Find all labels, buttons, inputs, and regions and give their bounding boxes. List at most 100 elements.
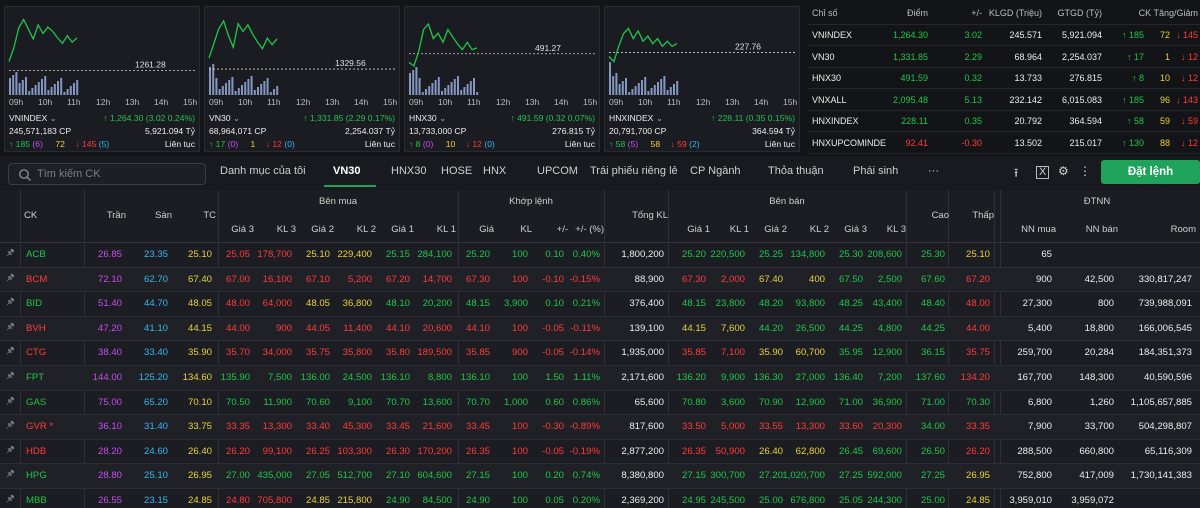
column-header[interactable]: Tổng KL: [632, 210, 668, 221]
column-header[interactable]: Room: [1171, 224, 1196, 235]
data-cell[interactable]: 134,800: [790, 249, 825, 260]
data-cell[interactable]: 2,500: [878, 274, 902, 285]
data-cell[interactable]: 62,800: [796, 446, 825, 457]
symbol-cell[interactable]: MBB: [26, 495, 47, 506]
data-cell[interactable]: 35.70: [226, 347, 250, 358]
data-cell[interactable]: 36,900: [873, 397, 902, 408]
data-cell[interactable]: 13,600: [423, 397, 452, 408]
data-cell[interactable]: 20,200: [423, 298, 452, 309]
chevron-down-icon[interactable]: ⌄: [233, 113, 240, 123]
symbol-cell[interactable]: GVR *: [26, 421, 53, 432]
data-cell[interactable]: 35.85: [682, 347, 706, 358]
data-cell[interactable]: 44.25: [839, 323, 863, 334]
column-header[interactable]: KL: [520, 224, 532, 235]
data-cell[interactable]: 67.30: [682, 274, 706, 285]
data-cell[interactable]: 48.10: [386, 298, 410, 309]
data-cell[interactable]: 592,000: [867, 470, 902, 481]
search-input[interactable]: Tìm kiếm CK: [8, 163, 206, 185]
data-cell[interactable]: 215,800: [337, 495, 372, 506]
data-cell[interactable]: 70.80: [682, 397, 706, 408]
tab-7[interactable]: CP Ngành: [690, 165, 741, 177]
data-cell[interactable]: 25.15: [386, 249, 410, 260]
data-cell[interactable]: 33.35: [226, 421, 250, 432]
data-cell[interactable]: 676,800: [790, 495, 825, 506]
data-cell[interactable]: 50,900: [716, 446, 745, 457]
table-row[interactable]: 📌 HPG 28.80 25.10 26.95 27.00 435,000 27.05 512,…: [0, 464, 1200, 489]
symbol-cell[interactable]: ACB: [26, 249, 46, 260]
data-cell[interactable]: 7,100: [721, 347, 745, 358]
data-cell[interactable]: 44.20: [759, 323, 783, 334]
data-cell[interactable]: 26.45: [839, 446, 863, 457]
table-row[interactable]: 📌 BID 51.40 44.70 48.05 48.00 64,000 48.05 36,80…: [0, 292, 1200, 317]
data-cell[interactable]: 35.90: [759, 347, 783, 358]
data-cell[interactable]: 20,300: [873, 421, 902, 432]
data-cell[interactable]: 35.75: [306, 347, 330, 358]
data-cell[interactable]: 70.90: [759, 397, 783, 408]
data-cell[interactable]: 103,300: [337, 446, 372, 457]
data-cell[interactable]: 21,600: [423, 421, 452, 432]
data-cell[interactable]: 44.00: [226, 323, 250, 334]
column-header[interactable]: +/- (%): [575, 224, 604, 235]
data-cell[interactable]: 208,600: [867, 249, 902, 260]
data-cell[interactable]: 25.25: [759, 249, 783, 260]
data-cell[interactable]: 70.70: [386, 397, 410, 408]
more-vertical-icon[interactable]: ⋮: [1079, 164, 1091, 178]
tab-1[interactable]: VN30: [333, 165, 361, 177]
table-row[interactable]: 📌 HDB 28.20 24.60 26.40 26.20 99,100 26.25 103,3…: [0, 440, 1200, 465]
data-cell[interactable]: 11,400: [343, 323, 372, 334]
data-cell[interactable]: 67.20: [386, 274, 410, 285]
column-header[interactable]: NN mua: [1021, 224, 1056, 235]
data-cell[interactable]: 33.45: [386, 421, 410, 432]
data-cell[interactable]: 25.05: [839, 495, 863, 506]
data-cell[interactable]: 27.10: [386, 470, 410, 481]
data-cell[interactable]: 44.10: [386, 323, 410, 334]
data-cell[interactable]: 35,800: [343, 347, 372, 358]
tab-0[interactable]: Danh mục của tôi: [220, 165, 306, 177]
data-cell[interactable]: 400: [809, 274, 825, 285]
data-cell[interactable]: 93,800: [796, 298, 825, 309]
data-cell[interactable]: 24.85: [306, 495, 330, 506]
data-cell[interactable]: 26.30: [386, 446, 410, 457]
upload-icon[interactable]: ⭱: [1014, 164, 1018, 185]
data-cell[interactable]: 26.25: [306, 446, 330, 457]
column-header[interactable]: Trần: [107, 210, 126, 221]
data-cell[interactable]: 84,500: [423, 495, 452, 506]
data-cell[interactable]: 67.10: [306, 274, 330, 285]
symbol-cell[interactable]: HDB: [26, 446, 46, 457]
data-cell[interactable]: 136.40: [834, 372, 863, 383]
data-cell[interactable]: 48.05: [306, 298, 330, 309]
data-cell[interactable]: 26.40: [759, 446, 783, 457]
data-cell[interactable]: 27.05: [306, 470, 330, 481]
data-cell[interactable]: 16,100: [263, 274, 292, 285]
data-cell[interactable]: 705,800: [257, 495, 292, 506]
symbol-cell[interactable]: HPG: [26, 470, 47, 481]
data-cell[interactable]: 435,000: [257, 470, 292, 481]
data-cell[interactable]: 24.90: [386, 495, 410, 506]
table-row[interactable]: 📌 MBB 26.55 23.15 24.85 24.80 705,800 24.85 215,…: [0, 489, 1200, 508]
pin-icon[interactable]: 📌: [6, 397, 15, 405]
data-cell[interactable]: 43,400: [873, 298, 902, 309]
column-header[interactable]: TC: [203, 210, 216, 221]
pin-icon[interactable]: 📌: [6, 495, 15, 503]
data-cell[interactable]: 20,600: [423, 323, 452, 334]
data-cell[interactable]: 71.00: [839, 397, 863, 408]
data-cell[interactable]: 70.60: [306, 397, 330, 408]
column-header[interactable]: +/-: [557, 224, 568, 235]
column-header[interactable]: NN bán: [1086, 224, 1118, 235]
pin-icon[interactable]: 📌: [6, 470, 15, 478]
data-cell[interactable]: 27.20: [759, 470, 783, 481]
column-header[interactable]: CK: [24, 210, 37, 221]
tab-4[interactable]: HNX: [483, 165, 506, 177]
data-cell[interactable]: 13,300: [796, 421, 825, 432]
column-header[interactable]: KL 3: [887, 224, 906, 235]
excel-icon[interactable]: X: [1036, 166, 1050, 179]
data-cell[interactable]: 26.35: [682, 446, 706, 457]
index-row[interactable]: VNINDEX 1,264.30 3.02 245.571 5,921.094 ↑ 185…: [808, 25, 1200, 46]
data-cell[interactable]: 9,900: [721, 372, 745, 383]
data-cell[interactable]: 13,300: [263, 421, 292, 432]
data-cell[interactable]: 5,200: [348, 274, 372, 285]
data-cell[interactable]: 12,900: [873, 347, 902, 358]
index-row[interactable]: HNX30 491.59 0.32 13.733 276.815 ↑ 8 10 ↓ 12: [808, 68, 1200, 89]
pin-icon[interactable]: 📌: [6, 372, 15, 380]
data-cell[interactable]: 12,900: [796, 397, 825, 408]
